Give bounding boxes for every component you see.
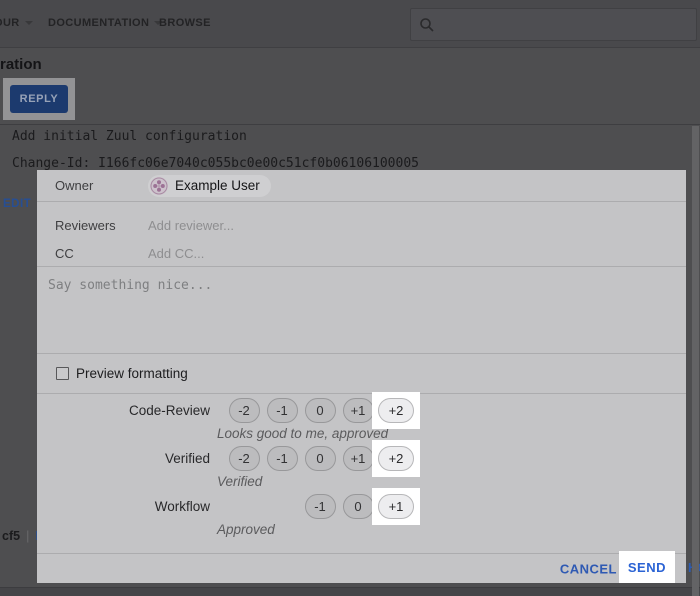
caret-down-icon [25,21,33,25]
nav-item-browse[interactable]: BROWSE [159,17,211,29]
preview-formatting-checkbox[interactable] [56,367,69,380]
preview-formatting-row: Preview formatting [37,354,686,393]
score-cell: 0 [301,446,339,471]
reply-dialog: Owner Example User Reviewers CC Pre [37,170,686,583]
divider: | [26,529,29,543]
reviewers-label: Reviewers [55,218,148,233]
score-cell: -2 [225,446,263,471]
score-cell: -1 [263,398,301,423]
edit-link[interactable]: EDIT [3,198,31,210]
page-bottom-band [0,587,700,596]
vote-highlight-frame: +2 [372,440,420,477]
vote-button-workflow--1[interactable]: -1 [305,494,336,519]
score-description: Looks good to me, approved [37,426,686,441]
search-icon [419,17,435,33]
send-button[interactable]: SEND [624,560,670,575]
vote-highlight-frame: +1 [372,488,420,525]
score-cell: -1 [301,494,339,519]
scrollbar[interactable] [692,126,699,596]
search-box [410,8,697,41]
change-id-line: Change-Id: I166fc06e7040c055bc0e00c51cf0… [12,156,419,171]
score-label: Verified [37,451,210,466]
vote-button-verified-+1[interactable]: +1 [343,446,374,471]
message-area [37,267,686,353]
nav-item-label: DOCUMENTATION [48,17,149,29]
nav-item-your[interactable]: OUR [0,17,33,29]
score-description: Approved [37,522,686,537]
nav-item-documentation[interactable]: DOCUMENTATION [48,17,162,29]
score-cell: +2 [377,446,415,471]
add-cc-input[interactable] [148,246,686,261]
owner-row: Owner Example User [37,170,686,201]
score-buttons: -2 -1 0 +1+2 [225,446,415,471]
score-row: Verified -2 -1 0 +1+2 [37,446,686,471]
score-buttons: -2 -1 0 +1+2 [225,398,415,423]
dialog-footer: CANCEL SEND [37,553,686,583]
vote-highlight-frame: +2 [372,392,420,429]
score-row: Workflow -1 0+1 [37,494,686,519]
section-divider [0,124,700,125]
owner-chip[interactable]: Example User [148,175,271,197]
vote-button-code-review-+2[interactable]: +2 [378,398,414,423]
vote-button-code-review-+1[interactable]: +1 [343,398,374,423]
commit-message-subject: Add initial Zuul configuration [12,129,247,144]
search-input[interactable] [441,17,696,32]
score-rows: Code-Review-2-10+1+2Looks good to me, ap… [37,393,686,553]
app-header: OUR DOCUMENTATION BROWSE [0,0,700,48]
nav-item-label: BROWSE [159,17,211,29]
score-row: Code-Review -2 -1 0 +1+2 [37,398,686,423]
vote-button-workflow-0[interactable]: 0 [343,494,374,519]
owner-label: Owner [55,178,148,193]
score-label: Code-Review [37,403,210,418]
owner-name: Example User [175,178,260,193]
score-cell: +2 [377,398,415,423]
reply-message-textarea[interactable] [37,267,686,353]
vote-button-verified-0[interactable]: 0 [305,446,336,471]
score-cell: 0 [301,398,339,423]
score-cell: +1 [377,494,415,519]
cancel-button[interactable]: CANCEL [560,561,617,576]
score-description: Verified [37,474,686,489]
vote-button-verified--1[interactable]: -1 [267,446,298,471]
nav-item-label: OUR [0,17,20,29]
score-cell: -1 [263,446,301,471]
score-buttons: -1 0+1 [225,494,415,519]
vote-button-code-review--1[interactable]: -1 [267,398,298,423]
reply-button[interactable]: REPLY [10,85,68,113]
add-reviewer-input[interactable] [148,218,686,233]
preview-formatting-label: Preview formatting [76,366,188,381]
cc-label: CC [55,246,148,261]
score-label: Workflow [37,499,210,514]
avatar-icon [150,177,168,195]
score-cell: -2 [225,398,263,423]
vote-button-workflow-+1[interactable]: +1 [378,494,414,519]
vote-button-verified-+2[interactable]: +2 [378,446,414,471]
dialog-divider [37,201,686,202]
reviewers-row: Reviewers [37,213,686,237]
send-highlight-frame: SEND [619,551,675,583]
reply-highlight-frame: REPLY [3,78,75,120]
vote-button-verified--2[interactable]: -2 [229,446,260,471]
change-subject-heading: ration [0,56,42,73]
commit-sha-fragment: cf5 [2,529,20,543]
vote-button-code-review--2[interactable]: -2 [229,398,260,423]
cc-row: CC [37,241,686,265]
vote-button-code-review-0[interactable]: 0 [305,398,336,423]
